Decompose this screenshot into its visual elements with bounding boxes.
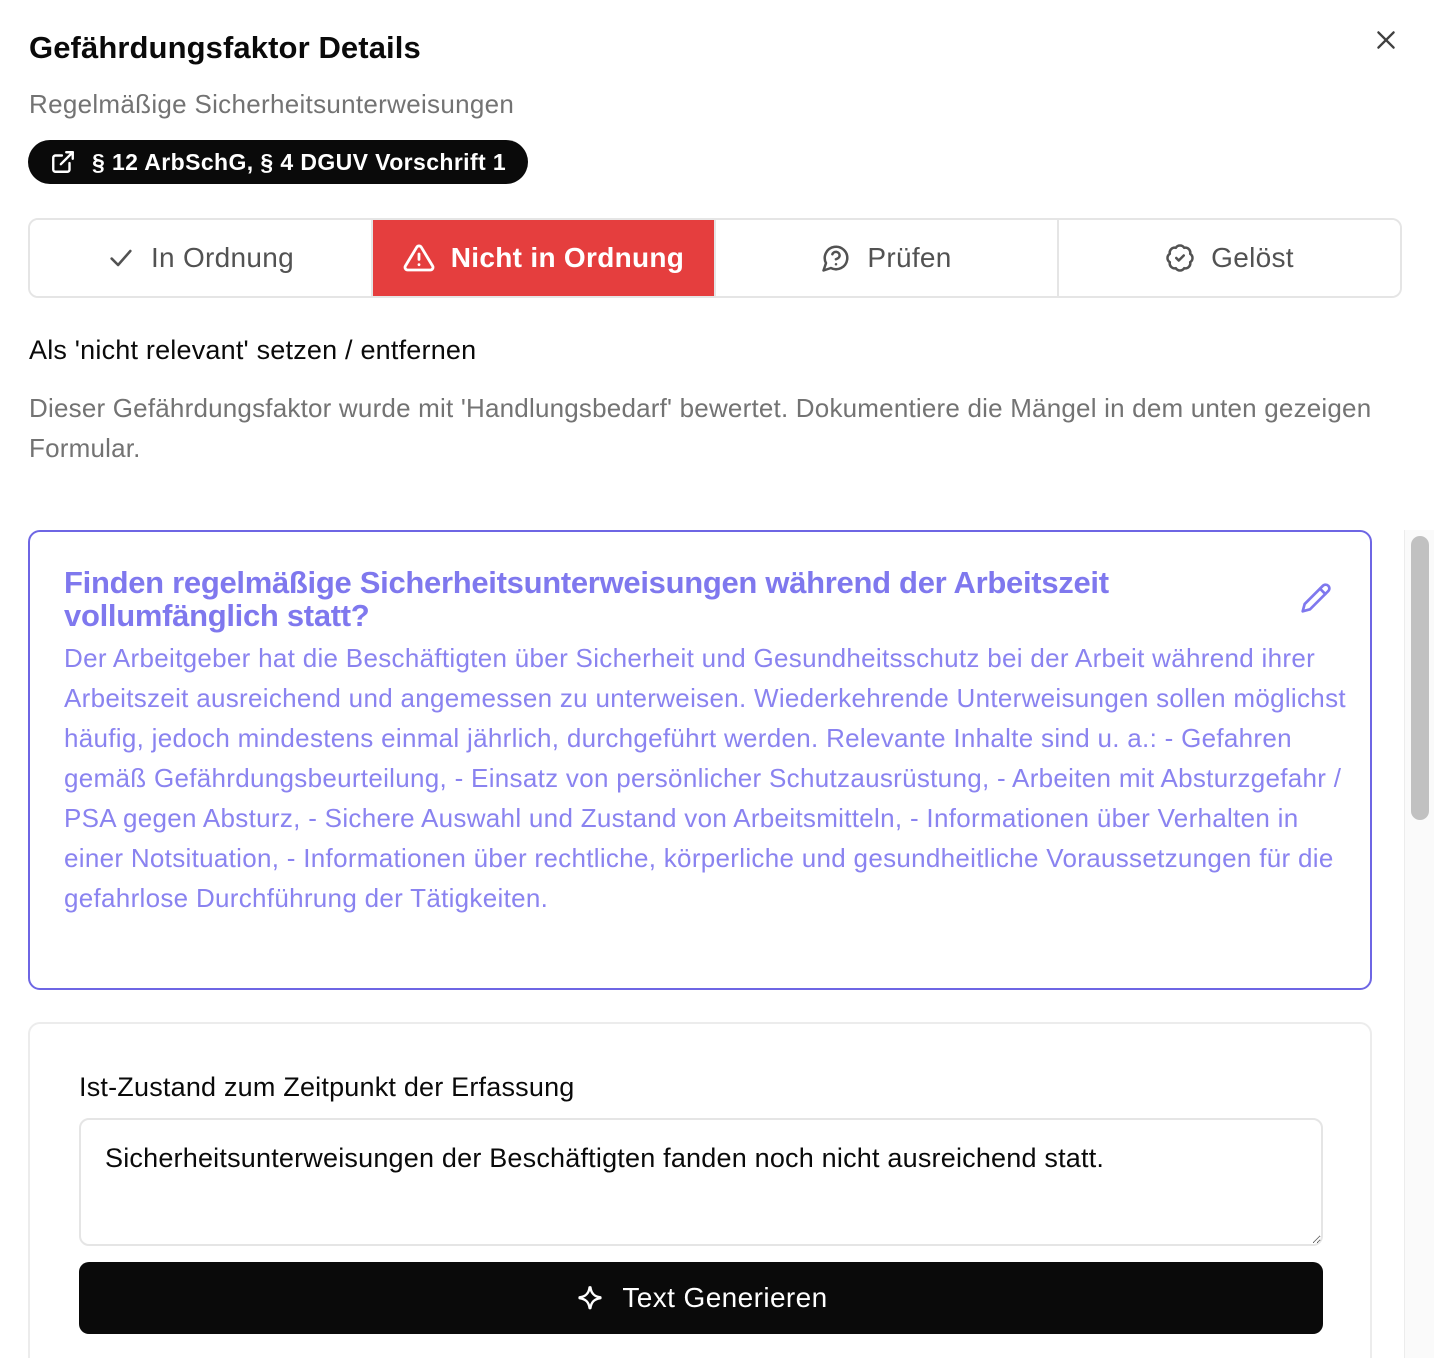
close-button[interactable] <box>1370 24 1402 56</box>
badge-check-icon <box>1166 244 1194 272</box>
edit-question-button[interactable] <box>1298 580 1334 616</box>
status-label: Nicht in Ordnung <box>450 242 685 273</box>
scrollbar-thumb[interactable] <box>1411 536 1429 820</box>
law-reference-link[interactable]: § 12 ArbSchG, § 4 DGUV Vorschrift 1 <box>28 140 529 184</box>
status-label: In Ordnung <box>150 242 295 273</box>
check-icon <box>110 249 132 267</box>
current-state-label: Ist-Zustand zum Zeitpunkt der Erfassung <box>79 1072 575 1102</box>
status-label: Prüfen <box>867 242 952 273</box>
generate-button-label: Text Generieren <box>622 1282 828 1313</box>
hazard-details-dialog: Gefährdungsfaktor Details Regelmäßige Si… <box>0 0 1434 1358</box>
external-link-icon <box>52 151 74 173</box>
status-geloest-button[interactable]: Gelöst <box>1059 220 1400 296</box>
message-question-icon <box>822 245 849 272</box>
status-in-ordnung-button[interactable]: In Ordnung <box>30 220 373 296</box>
question-description: Der Arbeitgeber hat die Beschäftigten üb… <box>64 643 1346 913</box>
dialog-title: Gefährdungsfaktor Details <box>29 30 421 65</box>
law-reference-text: § 12 ArbSchG, § 4 DGUV Vorschrift 1 <box>92 148 507 175</box>
dialog-subtitle: Regelmäßige Sicherheitsunterweisungen <box>29 89 515 119</box>
question-title: Finden regelmäßige Sicherheitsunterweisu… <box>64 565 1109 633</box>
pencil-icon <box>1301 583 1331 613</box>
status-pruefen-button[interactable]: Prüfen <box>716 220 1059 296</box>
toggle-not-relevant-link[interactable]: Als 'nicht relevant' setzen / entfernen <box>29 335 476 366</box>
close-icon <box>1377 31 1395 49</box>
generate-text-button[interactable]: Text Generieren <box>79 1262 1323 1334</box>
status-label: Gelöst <box>1211 242 1294 273</box>
documentation-form-card: Ist-Zustand zum Zeitpunkt der Erfassung … <box>28 1022 1372 1358</box>
sparkle-icon <box>578 1286 602 1310</box>
question-card: Finden regelmäßige Sicherheitsunterweisu… <box>28 530 1372 990</box>
alert-triangle-icon <box>403 244 435 272</box>
action-required-notice: Dieser Gefährdungsfaktor wurde mit 'Hand… <box>29 393 1372 463</box>
current-state-textarea[interactable]: Sicherheitsunterweisungen der Beschäftig… <box>79 1118 1323 1246</box>
status-toggle-group: In Ordnung Nicht in Ordnung Prüfen Gelös… <box>28 218 1402 298</box>
status-nicht-in-ordnung-button[interactable]: Nicht in Ordnung <box>373 220 716 296</box>
